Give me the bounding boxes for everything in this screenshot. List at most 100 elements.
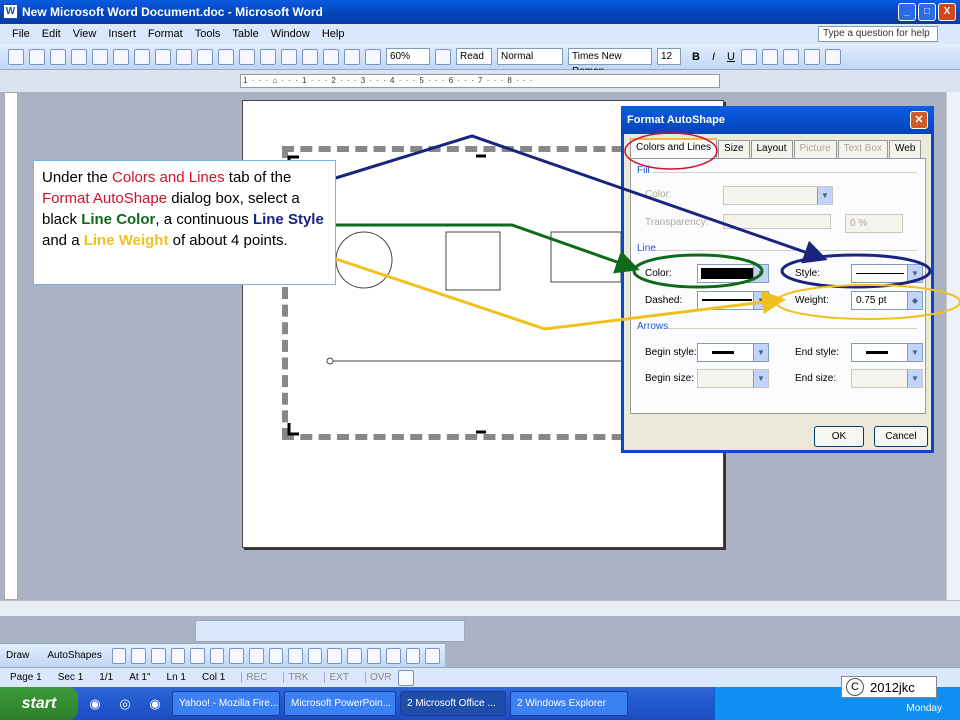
menu-format[interactable]: Format xyxy=(148,28,183,40)
line-style-icon[interactable] xyxy=(346,647,362,664)
minimize-button[interactable]: _ xyxy=(898,3,916,21)
shadow-icon[interactable] xyxy=(405,647,421,664)
quicklaunch-browser-icon[interactable]: ◉ xyxy=(142,693,168,715)
menu-help[interactable]: Help xyxy=(322,28,345,40)
draw-menu-button[interactable]: Draw xyxy=(6,650,29,661)
menu-view[interactable]: View xyxy=(73,28,97,40)
autoshapes-menu-button[interactable]: AutoShapes xyxy=(47,650,102,661)
end-style-select[interactable]: ▼ xyxy=(851,343,923,362)
cut-icon[interactable] xyxy=(155,48,171,65)
italic-button[interactable]: I xyxy=(712,51,715,63)
permission-icon[interactable] xyxy=(71,48,87,65)
drawing-canvas[interactable] xyxy=(282,146,642,440)
ok-button[interactable]: OK xyxy=(814,426,864,447)
show-hide-icon[interactable] xyxy=(365,48,381,65)
begin-size-select[interactable]: ▼ xyxy=(697,369,769,388)
menu-window[interactable]: Window xyxy=(271,28,310,40)
help-search-input[interactable]: Type a question for help xyxy=(818,26,938,42)
rectangle-tool-icon[interactable] xyxy=(151,647,166,664)
copy-icon[interactable] xyxy=(176,48,192,65)
print-icon[interactable] xyxy=(92,48,108,65)
zoom-select[interactable]: 60% xyxy=(386,48,430,65)
underline-button[interactable]: U xyxy=(727,51,735,63)
task-office[interactable]: 2 Microsoft Office ... xyxy=(400,691,506,716)
dash-style-icon[interactable] xyxy=(366,647,382,664)
font-select[interactable]: Times New Roman xyxy=(568,48,652,77)
align-left-icon[interactable] xyxy=(740,48,757,65)
3d-icon[interactable] xyxy=(425,647,440,664)
read-button[interactable]: Read xyxy=(456,48,492,65)
weight-field[interactable]: 0.75 pt ◆ xyxy=(851,291,923,310)
open-icon[interactable] xyxy=(29,48,45,65)
quicklaunch-firefox-icon[interactable]: ◉ xyxy=(82,693,108,715)
new-doc-icon[interactable] xyxy=(8,48,24,65)
diagram-icon[interactable] xyxy=(229,647,244,664)
columns-icon[interactable] xyxy=(302,48,318,65)
end-size-select[interactable]: ▼ xyxy=(851,369,923,388)
vertical-scrollbar[interactable] xyxy=(946,92,960,600)
undo-icon[interactable] xyxy=(218,48,234,65)
print-preview-icon[interactable] xyxy=(113,48,129,65)
cancel-button[interactable]: Cancel xyxy=(874,426,928,447)
status-trk[interactable]: TRK xyxy=(283,672,308,683)
dashed-select[interactable]: ▼ xyxy=(697,291,769,310)
tab-text-box[interactable]: Text Box xyxy=(837,140,889,158)
textbox-tool-icon[interactable] xyxy=(190,647,205,664)
fill-color-icon[interactable] xyxy=(288,647,303,664)
align-center-icon[interactable] xyxy=(761,48,778,65)
font-color-draw-icon[interactable] xyxy=(327,647,342,664)
quicklaunch-chrome-icon[interactable]: ◎ xyxy=(112,693,138,715)
picture-icon[interactable] xyxy=(268,647,284,664)
font-color-icon[interactable] xyxy=(824,48,841,65)
line-color-select[interactable]: ▼ xyxy=(697,264,769,283)
horizontal-scrollbar[interactable] xyxy=(0,600,960,616)
help-icon[interactable] xyxy=(435,48,451,65)
tab-web[interactable]: Web xyxy=(889,140,922,158)
begin-style-select[interactable]: ▼ xyxy=(697,343,769,362)
dialog-close-icon[interactable]: ✕ xyxy=(910,111,928,129)
word-app-icon[interactable]: W xyxy=(3,4,18,19)
line-style-select[interactable]: ▼ xyxy=(851,264,923,283)
size-select[interactable]: 12 xyxy=(657,48,681,65)
vertical-ruler[interactable] xyxy=(4,92,18,600)
align-right-icon[interactable] xyxy=(782,48,799,65)
drawing-icon[interactable] xyxy=(323,48,339,65)
clock-day[interactable]: Monday xyxy=(906,703,942,714)
bold-button[interactable]: B xyxy=(692,51,700,63)
transparency-slider[interactable] xyxy=(723,214,831,229)
task-explorer[interactable]: 2 Windows Explorer xyxy=(510,691,628,716)
menu-file[interactable]: File xyxy=(12,28,30,40)
save-icon[interactable] xyxy=(50,48,66,65)
task-firefox[interactable]: Yahoo! - Mozilla Fire... xyxy=(172,691,280,716)
oval-tool-icon[interactable] xyxy=(170,647,186,664)
paste-icon[interactable] xyxy=(197,48,213,65)
menu-edit[interactable]: Edit xyxy=(42,28,61,40)
clipart-icon[interactable] xyxy=(249,647,264,664)
table-icon[interactable] xyxy=(281,48,297,65)
tab-colors-and-lines[interactable]: Colors and Lines xyxy=(630,138,718,158)
style-select[interactable]: Normal xyxy=(497,48,563,65)
justify-icon[interactable] xyxy=(803,48,820,65)
status-rec[interactable]: REC xyxy=(241,672,267,683)
transparency-field[interactable]: 0 % xyxy=(845,214,903,233)
spelling-icon[interactable] xyxy=(134,48,150,65)
start-button[interactable]: start xyxy=(0,687,78,720)
close-button[interactable]: X xyxy=(938,3,956,21)
fill-color-select[interactable]: ▼ xyxy=(723,186,833,205)
doc-map-icon[interactable] xyxy=(344,48,360,65)
status-ovr[interactable]: OVR xyxy=(364,672,392,683)
menu-insert[interactable]: Insert xyxy=(108,28,136,40)
hyperlink-icon[interactable] xyxy=(260,48,276,65)
horizontal-ruler[interactable]: 1 · · · ⌂ · · · 1 · · · 2 · · · 3 · · · … xyxy=(240,74,720,88)
tab-size[interactable]: Size xyxy=(718,140,750,158)
spelling-status-icon[interactable] xyxy=(397,669,414,686)
task-powerpoint[interactable]: Microsoft PowerPoin... xyxy=(284,691,396,716)
tab-layout[interactable]: Layout xyxy=(750,140,793,158)
line-color-icon[interactable] xyxy=(307,647,323,664)
line-tool-icon[interactable] xyxy=(111,647,127,664)
spinner-icon[interactable]: ◆ xyxy=(907,292,922,309)
arrow-tool-icon[interactable] xyxy=(131,647,147,664)
tab-picture[interactable]: Picture xyxy=(793,140,837,158)
maximize-button[interactable]: □ xyxy=(918,3,936,21)
wordart-icon[interactable] xyxy=(209,647,225,664)
